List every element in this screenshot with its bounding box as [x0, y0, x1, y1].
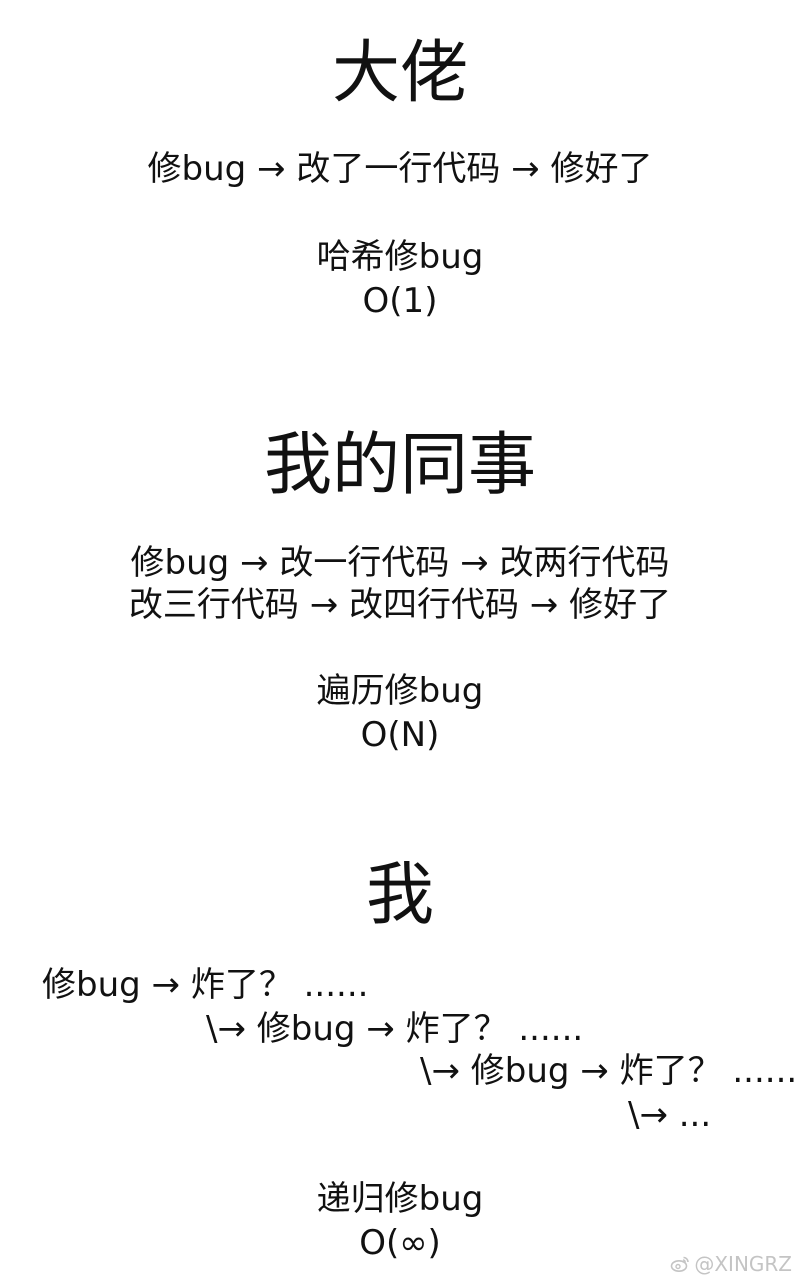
watermark-text: @XINGRZ	[694, 1252, 792, 1276]
section-3-heading: 我	[365, 856, 434, 935]
section-3-method: 递归修bug	[316, 1179, 484, 1219]
section-2-heading: 我的同事	[263, 426, 536, 505]
section-1-heading: 大佬	[331, 34, 468, 113]
weibo-icon	[671, 1256, 690, 1272]
section-1-method: 哈希修bug	[316, 237, 484, 277]
recursion-line-2: \→ 修bug → 炸了？ ......	[206, 1009, 584, 1049]
section-2-steps-line-1: 修bug → 改一行代码 → 改两行代码	[130, 543, 670, 583]
recursion-line-1: 修bug → 炸了？ ......	[42, 965, 369, 1005]
recursion-line-4: \→ ...	[628, 1095, 712, 1135]
section-2-steps-line-2: 改三行代码 → 改四行代码 → 修好了	[128, 585, 672, 625]
section-2-method: 遍历修bug	[316, 671, 484, 711]
recursion-line-3: \→ 修bug → 炸了？ ......	[420, 1051, 798, 1091]
section-1-steps: 修bug → 改了一行代码 → 修好了	[147, 149, 653, 189]
section-1-complexity: O(1)	[362, 281, 438, 321]
watermark: @XINGRZ	[670, 1254, 792, 1274]
section-2-complexity: O(N)	[360, 715, 440, 755]
